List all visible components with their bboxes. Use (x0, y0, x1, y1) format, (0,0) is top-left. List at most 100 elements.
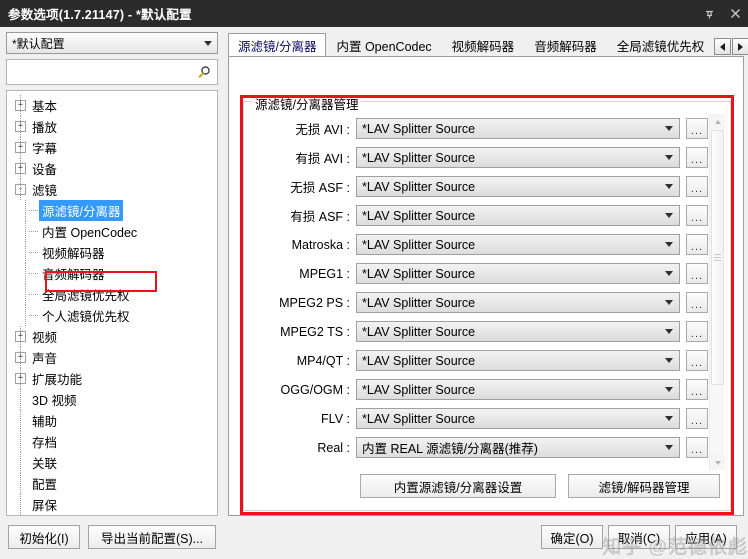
cancel-button[interactable]: 取消(C) (608, 525, 670, 549)
tree-guide-line (20, 137, 21, 158)
tab-page-source-splitter: 源滤镜/分离器管理 无损 AVI :*LAV Splitter Source..… (228, 56, 744, 516)
browse-button-7[interactable]: ... (686, 321, 708, 342)
tab-2[interactable]: 视频解码器 (442, 33, 525, 57)
tree-item-label: 个人滤镜优先权 (39, 305, 133, 326)
splitter-row-label: FLV : (244, 412, 356, 426)
tree-item-label: 设备 (29, 158, 60, 179)
chevron-down-icon (659, 213, 679, 218)
tree-item-label: 字幕 (29, 137, 60, 158)
tree-item-9[interactable]: 全局滤镜优先权 (7, 284, 217, 305)
tree-item-label: 基本 (29, 95, 60, 116)
browse-button-2[interactable]: ... (686, 176, 708, 197)
splitter-row-label: 无损 AVI : (244, 119, 356, 138)
splitter-row-10: FLV :*LAV Splitter Source... (244, 404, 730, 433)
title-bar: 参数选项(1.7.21147) - *默认配置 (0, 0, 748, 27)
splitter-row-6: MPEG2 PS :*LAV Splitter Source... (244, 288, 730, 317)
scroll-up-icon[interactable] (710, 114, 725, 129)
splitter-select-9[interactable]: *LAV Splitter Source (356, 379, 680, 400)
browse-button-0[interactable]: ... (686, 118, 708, 139)
splitter-row-label: 有损 AVI : (244, 148, 356, 167)
splitter-select-3[interactable]: *LAV Splitter Source (356, 205, 680, 226)
browse-button-6[interactable]: ... (686, 292, 708, 313)
tree-guide-line (20, 116, 21, 137)
splitter-select-11[interactable]: 内置 REAL 源滤镜/分离器(推荐) (356, 437, 680, 458)
tree-item-19[interactable]: 屏保 (7, 494, 217, 515)
browse-button-8[interactable]: ... (686, 350, 708, 371)
search-box[interactable] (6, 59, 218, 85)
tree-item-12[interactable]: +声音 (7, 347, 217, 368)
tree-item-1[interactable]: +播放 (7, 116, 217, 137)
tree-item-6[interactable]: 内置 OpenCodec (7, 221, 217, 242)
browse-button-1[interactable]: ... (686, 147, 708, 168)
browse-button-5[interactable]: ... (686, 263, 708, 284)
tree-item-17[interactable]: 关联 (7, 452, 217, 473)
browse-button-10[interactable]: ... (686, 408, 708, 429)
tree-guide-line (20, 95, 21, 116)
splitter-select-6[interactable]: *LAV Splitter Source (356, 292, 680, 313)
pin-icon[interactable] (696, 0, 722, 27)
tree-guide-tick (29, 231, 38, 232)
splitter-row-2: 无损 ASF :*LAV Splitter Source... (244, 172, 730, 201)
tree-item-2[interactable]: +字幕 (7, 137, 217, 158)
ok-button[interactable]: 确定(O) (541, 525, 603, 549)
browse-button-11[interactable]: ... (686, 437, 708, 458)
tree-item-13[interactable]: +扩展功能 (7, 368, 217, 389)
tab-4[interactable]: 全局滤镜优先权 (607, 33, 715, 57)
tree-item-16[interactable]: 存档 (7, 431, 217, 452)
tree-guide-tick (29, 315, 38, 316)
tree-guide-line (25, 305, 26, 326)
tree-item-0[interactable]: +基本 (7, 95, 217, 116)
builtin-source-splitter-settings-button[interactable]: 内置源滤镜/分离器设置 (360, 474, 556, 498)
splitter-select-5[interactable]: *LAV Splitter Source (356, 263, 680, 284)
splitter-select-7[interactable]: *LAV Splitter Source (356, 321, 680, 342)
scroll-down-icon[interactable] (710, 455, 725, 470)
splitter-select-4[interactable]: *LAV Splitter Source (356, 234, 680, 255)
search-icon[interactable] (191, 65, 217, 80)
tree-item-14[interactable]: 3D 视频 (7, 389, 217, 410)
tree-item-18[interactable]: 配置 (7, 473, 217, 494)
tree-item-label: 存档 (29, 431, 60, 452)
tree-item-4[interactable]: -滤镜 (7, 179, 217, 200)
tab-1[interactable]: 内置 OpenCodec (326, 33, 441, 57)
splitter-row-label: MPEG2 TS : (244, 325, 356, 339)
settings-tree[interactable]: +基本+播放+字幕+设备-滤镜源滤镜/分离器内置 OpenCodec视频解码器音… (6, 90, 218, 516)
tree-item-8[interactable]: 音频解码器 (7, 263, 217, 284)
browse-button-9[interactable]: ... (686, 379, 708, 400)
splitter-select-value: *LAV Splitter Source (357, 238, 659, 252)
splitter-select-0[interactable]: *LAV Splitter Source (356, 118, 680, 139)
search-input[interactable] (7, 60, 191, 84)
tree-item-3[interactable]: +设备 (7, 158, 217, 179)
close-icon[interactable] (722, 0, 748, 27)
tree-item-7[interactable]: 视频解码器 (7, 242, 217, 263)
splitter-select-value: *LAV Splitter Source (357, 383, 659, 397)
export-config-button[interactable]: 导出当前配置(S)... (88, 525, 216, 549)
tree-item-15[interactable]: 辅助 (7, 410, 217, 431)
splitter-select-1[interactable]: *LAV Splitter Source (356, 147, 680, 168)
filter-decoder-manager-button[interactable]: 滤镜/解码器管理 (568, 474, 720, 498)
tab-0[interactable]: 源滤镜/分离器 (228, 33, 326, 57)
tree-item-11[interactable]: +视频 (7, 326, 217, 347)
tree-item-5[interactable]: 源滤镜/分离器 (7, 200, 217, 221)
chevron-right-icon[interactable] (732, 38, 748, 55)
chevron-down-icon (659, 271, 679, 276)
splitter-row-8: MP4/QT :*LAV Splitter Source... (244, 346, 730, 375)
splitter-select-2[interactable]: *LAV Splitter Source (356, 176, 680, 197)
page-scrollbar[interactable] (709, 114, 724, 470)
chevron-down-icon (659, 300, 679, 305)
splitter-select-10[interactable]: *LAV Splitter Source (356, 408, 680, 429)
browse-button-3[interactable]: ... (686, 205, 708, 226)
tree-item-label: 内置 OpenCodec (39, 221, 140, 242)
splitter-select-value: *LAV Splitter Source (357, 354, 659, 368)
splitter-select-8[interactable]: *LAV Splitter Source (356, 350, 680, 371)
splitter-rows: 无损 AVI :*LAV Splitter Source...有损 AVI :*… (244, 114, 730, 472)
apply-button[interactable]: 应用(A) (675, 525, 737, 549)
splitter-row-label: MPEG1 : (244, 267, 356, 281)
browse-button-4[interactable]: ... (686, 234, 708, 255)
chevron-left-icon[interactable] (714, 38, 731, 55)
profile-select[interactable]: *默认配置 (6, 32, 218, 54)
initialize-button[interactable]: 初始化(I) (8, 525, 80, 549)
tree-item-10[interactable]: 个人滤镜优先权 (7, 305, 217, 326)
tab-3[interactable]: 音频解码器 (524, 33, 607, 57)
footer-bar: 初始化(I) 导出当前配置(S)... 确定(O) 取消(C) 应用(A) (0, 519, 748, 557)
scrollbar-thumb[interactable] (711, 130, 724, 385)
